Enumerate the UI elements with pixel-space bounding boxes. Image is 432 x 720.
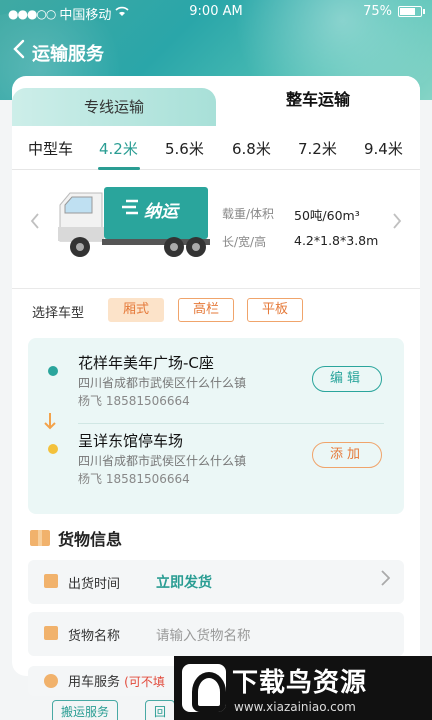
ship-time-value: 立即发货: [156, 575, 212, 591]
origin-dot-icon: [48, 366, 58, 376]
spec-label: 长/宽/高: [222, 235, 267, 249]
chevron-left-icon[interactable]: [30, 211, 40, 235]
cargo-name-label: 货物名称: [68, 629, 121, 644]
calendar-icon: [44, 574, 58, 588]
service-icon: [44, 674, 58, 688]
vehicle-size-tabs: 中型车 4.2米 5.6米 6.8米 7.2米 9.4米: [12, 126, 420, 170]
status-right: 75%: [363, 4, 425, 19]
nav-bar: 运输服务: [0, 34, 432, 68]
origin-place[interactable]: 花样年美年广场-C座: [78, 352, 214, 373]
destination-place[interactable]: 呈详东馆停车场: [78, 430, 183, 451]
swap-arrow-icon[interactable]: [44, 412, 56, 434]
cargo-title-text: 货物信息: [58, 530, 123, 549]
spec-load-volume: 载重/体积 50吨/60m³: [222, 205, 360, 223]
battery-percent: 75%: [363, 4, 392, 19]
truck-image: 纳运: [56, 183, 212, 263]
size-tab-4-2[interactable]: 4.2米: [99, 138, 138, 159]
spec-label: 载重/体积: [222, 207, 275, 221]
status-bar: ●●●○○ 中国移动 9:00 AM 75%: [0, 0, 432, 24]
package-icon: [44, 626, 58, 640]
spec-value: 4.2*1.8*3.8m: [294, 233, 379, 248]
spec-dimensions: 长/宽/高 4.2*1.8*3.8m: [222, 233, 378, 250]
route-divider: [78, 423, 384, 424]
size-tab-6-8[interactable]: 6.8米: [232, 138, 271, 159]
battery-icon: [398, 6, 425, 17]
vehicle-type-flatbed[interactable]: 平板: [247, 298, 303, 322]
page-title: 运输服务: [32, 44, 104, 65]
destination-address: 四川省成都市武侯区什么什么镇: [78, 454, 247, 468]
destination-dot-icon: [48, 444, 58, 454]
watermark-url: www.xiazainiao.com: [234, 700, 356, 714]
spec-value: 50吨/60m³: [294, 208, 360, 223]
cargo-name-input[interactable]: 请输入货物名称: [156, 624, 251, 644]
divider: [12, 288, 420, 289]
cargo-section-title: 货物信息: [30, 526, 122, 550]
truck-carousel: 纳运 载重/体积 50吨/60m³ 长/宽/高 4.2*1.8*3.8m: [12, 171, 420, 286]
watermark-banner: 下载鸟资源 www.xiazainiao.com: [174, 656, 432, 720]
chevron-right-icon[interactable]: [392, 211, 402, 235]
tab-line-transport[interactable]: 专线运输: [12, 88, 216, 126]
watermark-title: 下载鸟资源: [232, 668, 368, 698]
active-size-indicator: [98, 167, 140, 170]
cargo-name-row[interactable]: 货物名称 请输入货物名称: [28, 612, 404, 656]
service-label-text: 用车服务: [68, 675, 121, 690]
tab-full-truck[interactable]: 整车运输: [216, 76, 420, 126]
size-tab-5-6[interactable]: 5.6米: [165, 138, 204, 159]
size-tab-7-2[interactable]: 7.2米: [298, 138, 337, 159]
size-tab-9-4[interactable]: 9.4米: [364, 138, 403, 159]
tab-bar: 专线运输 整车运输: [12, 76, 420, 126]
service-option-moving[interactable]: 搬运服务: [52, 700, 119, 720]
origin-address: 四川省成都市武侯区什么什么镇: [78, 376, 247, 390]
service-label: 用车服务 (可不填: [68, 671, 165, 690]
edit-origin-button[interactable]: 编辑: [312, 366, 382, 392]
add-destination-button[interactable]: 添加: [312, 442, 382, 468]
watermark-logo: [182, 664, 226, 712]
vehicle-type-box[interactable]: 厢式: [108, 298, 164, 322]
size-tab-medium[interactable]: 中型车: [28, 138, 73, 159]
package-icon: [30, 530, 50, 546]
service-note: (可不填: [124, 675, 165, 689]
vehicle-type-label: 选择车型: [32, 306, 85, 321]
ship-time-label: 出货时间: [68, 577, 121, 592]
service-option-return[interactable]: 回: [145, 700, 176, 720]
destination-contact: 杨飞 18581506664: [78, 472, 190, 486]
truck-brand-text: 纳运: [144, 202, 178, 222]
ship-time-row[interactable]: 出货时间 立即发货: [28, 560, 404, 604]
main-card: 专线运输 整车运输 中型车 4.2米 5.6米 6.8米 7.2米 9.4米 纳…: [12, 76, 420, 696]
origin-contact: 杨飞 18581506664: [78, 394, 190, 408]
chevron-left-icon[interactable]: [12, 38, 26, 66]
vehicle-type-high-rail[interactable]: 高栏: [178, 298, 234, 322]
chevron-right-icon: [381, 570, 391, 591]
route-panel: 花样年美年广场-C座 四川省成都市武侯区什么什么镇 杨飞 18581506664…: [28, 338, 404, 514]
